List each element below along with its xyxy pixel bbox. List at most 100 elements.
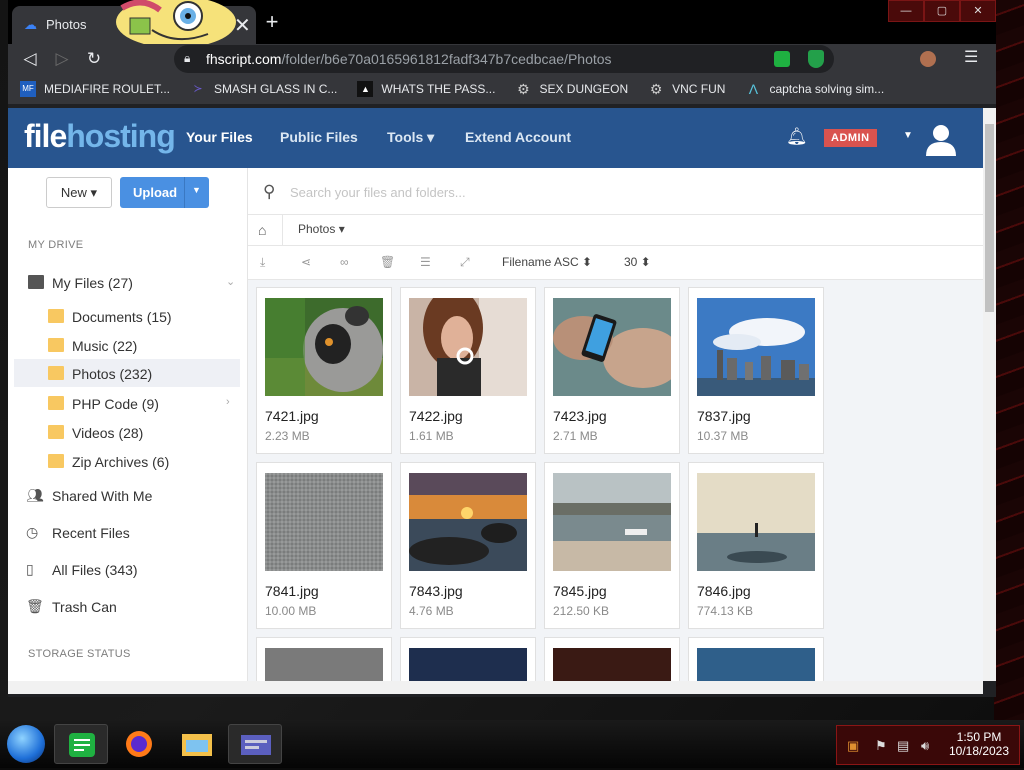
- file-size: 10.37 MB: [697, 429, 749, 443]
- file-card[interactable]: 7845.jpg 212.50 KB: [544, 462, 680, 629]
- file-thumbnail-partial: [697, 648, 815, 681]
- per-page-select[interactable]: 30 ⬍: [624, 255, 651, 269]
- web-page: filehosting Your Files Public Files Tool…: [8, 108, 983, 681]
- new-tab-button[interactable]: +: [260, 11, 284, 35]
- file-card[interactable]: [400, 637, 536, 681]
- start-button[interactable]: [7, 725, 45, 763]
- sidebar-item-recent[interactable]: ◷ Recent Files: [14, 520, 240, 546]
- profile-avatar-icon[interactable]: [920, 51, 936, 67]
- bookmark-item[interactable]: ▲ WHATS THE PASS...: [357, 81, 495, 97]
- url-host: fhscript.com: [206, 51, 282, 67]
- file-card[interactable]: 7421.jpg 2.23 MB: [256, 287, 392, 454]
- file-size: 10.00 MB: [265, 604, 317, 618]
- bookmark-item[interactable]: ⚙ VNC FUN: [648, 81, 726, 97]
- bookmark-item[interactable]: MF MEDIAFIRE ROULET...: [20, 81, 170, 97]
- bookmark-item[interactable]: ⚙ SEX DUNGEON: [515, 81, 628, 97]
- file-card[interactable]: 7423.jpg 2.71 MB: [544, 287, 680, 454]
- file-thumbnail-lemur: [265, 298, 383, 396]
- file-card[interactable]: 7422.jpg 1.61 MB: [400, 287, 536, 454]
- expand-icon[interactable]: ⤢: [460, 255, 470, 270]
- main-content: ⚲ Search your files and folders... ⌂ Pho…: [248, 168, 983, 681]
- reload-icon[interactable]: ↻: [82, 47, 106, 71]
- chat-extension-icon[interactable]: [774, 51, 790, 67]
- shield-extension-icon[interactable]: [808, 50, 824, 68]
- trash-icon[interactable]: 🗑︎: [380, 255, 395, 269]
- file-card[interactable]: 7841.jpg 10.00 MB: [256, 462, 392, 629]
- nav-your-files[interactable]: Your Files: [186, 129, 253, 145]
- admin-badge[interactable]: ADMIN: [824, 129, 877, 147]
- lock-icon: 🔒︎: [184, 51, 191, 65]
- horizontal-scrollbar[interactable]: [8, 681, 983, 694]
- security-tray-icon[interactable]: ▣: [847, 738, 859, 754]
- file-card[interactable]: [256, 637, 392, 681]
- file-thumbnail-city-skyline: [697, 298, 815, 396]
- maximize-button[interactable]: ▢: [924, 0, 960, 22]
- browser-menu-icon[interactable]: ☰: [964, 47, 978, 67]
- nav-extend-account[interactable]: Extend Account: [465, 129, 571, 145]
- bookmark-item[interactable]: Λcaptcha solving sim...: [745, 81, 884, 97]
- minimize-button[interactable]: —: [888, 0, 924, 22]
- file-size: 4.76 MB: [409, 604, 454, 618]
- list-view-icon[interactable]: ☰: [420, 255, 431, 269]
- file-card[interactable]: 7837.jpg 10.37 MB: [688, 287, 824, 454]
- file-thumbnail-partial: [265, 648, 383, 681]
- nav-public-files[interactable]: Public Files: [280, 129, 358, 145]
- network-icon[interactable]: ▤: [897, 738, 909, 754]
- caret-down-icon[interactable]: ▼: [903, 130, 913, 141]
- folder-icon: [48, 396, 64, 410]
- nav-tools[interactable]: Tools ▾: [387, 129, 434, 146]
- sidebar-item-my-files[interactable]: My Files (27) ⌄: [14, 270, 240, 296]
- sidebar-item-videos[interactable]: Videos (28): [14, 420, 240, 446]
- sidebar-item-music[interactable]: Music (22): [14, 333, 240, 359]
- back-icon[interactable]: ◁: [18, 47, 42, 71]
- address-bar[interactable]: 🔒︎ fhscript.com/folder/b6e70a0165961812f…: [174, 45, 834, 73]
- filehosting-logo[interactable]: filehosting: [24, 118, 176, 155]
- upload-button[interactable]: Upload ▼: [120, 177, 209, 208]
- volume-icon[interactable]: 🔊︎: [921, 738, 929, 754]
- sidebar-item-php-code[interactable]: PHP Code (9) ›: [14, 391, 240, 417]
- trash-icon: 🗑︎: [26, 598, 44, 614]
- vertical-scrollbar[interactable]: [983, 108, 996, 681]
- taskbar-app-window[interactable]: [228, 724, 282, 764]
- file-card[interactable]: 7846.jpg 774.13 KB: [688, 462, 824, 629]
- desktop-wallpaper-edge: [994, 0, 1024, 720]
- file-card[interactable]: [688, 637, 824, 681]
- clock[interactable]: 1:50 PM 10/18/2023: [941, 730, 1017, 758]
- gear-bookmark-icon: ⚙: [517, 81, 530, 97]
- flag-icon[interactable]: ⚑: [875, 738, 887, 754]
- forward-icon[interactable]: ▷: [50, 47, 74, 71]
- download-icon[interactable]: ⤓: [260, 255, 265, 270]
- chevron-down-icon[interactable]: ⌄: [226, 275, 235, 288]
- search-input[interactable]: Search your files and folders...: [290, 185, 466, 200]
- sidebar-item-all-files[interactable]: ▯ All Files (343): [14, 557, 240, 583]
- file-card[interactable]: 7843.jpg 4.76 MB: [400, 462, 536, 629]
- file-name: 7846.jpg: [697, 583, 751, 599]
- file-size: 2.23 MB: [265, 429, 310, 443]
- search-bar[interactable]: ⚲ Search your files and folders...: [248, 168, 983, 215]
- folder-icon: [48, 338, 64, 352]
- sidebar-item-photos[interactable]: Photos (232): [14, 359, 240, 387]
- share-icon[interactable]: ⋖: [301, 255, 311, 269]
- caret-down-icon[interactable]: ▼: [192, 185, 201, 195]
- file-thumbnail-beach-boat: [553, 473, 671, 571]
- new-button[interactable]: New ▾: [46, 177, 112, 208]
- taskbar-app-firefox[interactable]: [112, 724, 166, 764]
- bookmark-item[interactable]: ≻ SMASH GLASS IN C...: [190, 81, 337, 97]
- sidebar-item-trash[interactable]: 🗑︎ Trash Can: [14, 594, 240, 620]
- sidebar-item-documents[interactable]: Documents (15): [14, 304, 240, 330]
- link-icon[interactable]: ∞: [340, 255, 349, 269]
- chevron-right-icon[interactable]: ›: [226, 396, 230, 408]
- home-icon[interactable]: ⌂: [258, 222, 266, 238]
- sidebar-item-zip-archives[interactable]: Zip Archives (6): [14, 449, 240, 475]
- breadcrumb-current[interactable]: Photos ▾: [298, 222, 345, 236]
- bell-icon[interactable]: 🔔︎: [786, 127, 808, 147]
- user-avatar-icon[interactable]: [924, 122, 958, 156]
- tab-strip: ☁ Photos ✕ + — ▢ ✕: [8, 0, 996, 46]
- close-window-button[interactable]: ✕: [960, 0, 996, 22]
- file-card[interactable]: [544, 637, 680, 681]
- sort-select[interactable]: Filename ASC ⬍: [502, 255, 592, 269]
- sidebar-item-shared[interactable]: 👥︎ Shared With Me: [14, 483, 240, 509]
- triangle-bookmark-icon: ▲: [357, 81, 374, 97]
- taskbar-app-chat[interactable]: [54, 724, 108, 764]
- taskbar-app-file-explorer[interactable]: [170, 724, 224, 764]
